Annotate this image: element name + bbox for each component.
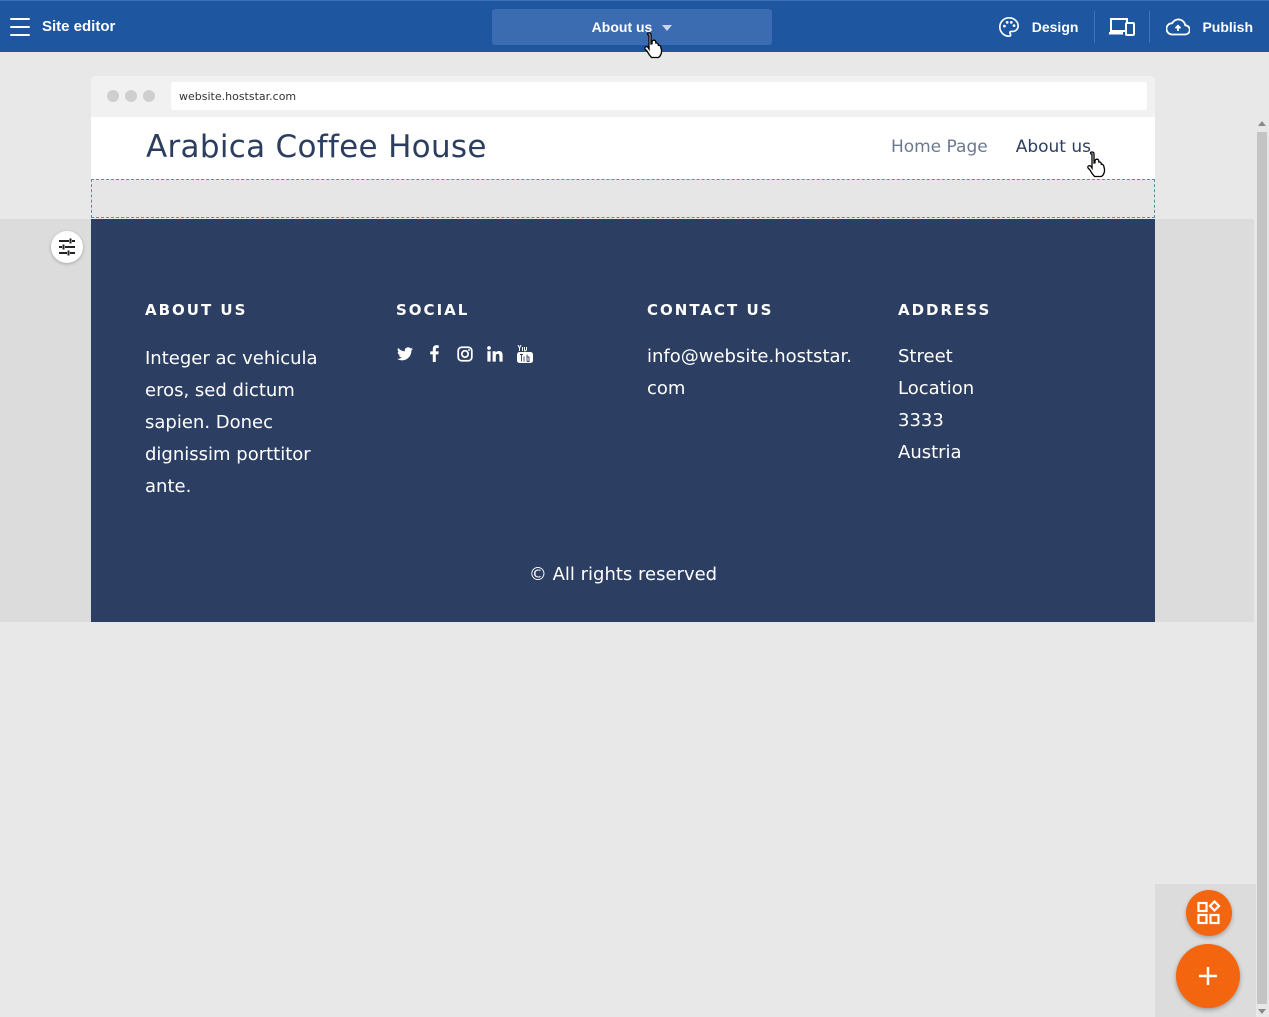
palette-icon (998, 17, 1019, 37)
address-zip: 3333 (898, 410, 944, 431)
caret-down-icon (662, 25, 673, 31)
footer-about-heading: ABOUT US (145, 301, 248, 319)
devices-icon (1109, 18, 1136, 36)
hamburger-menu-icon[interactable] (10, 18, 30, 36)
site-nav: Home Page About us (891, 137, 1091, 157)
instagram-icon[interactable] (456, 345, 473, 362)
footer-about-column: ABOUT US Integer ac vehicula eros, sed d… (145, 301, 365, 503)
publish-button[interactable]: Publish (1150, 1, 1269, 53)
social-icons (396, 344, 616, 363)
footer-address-heading: ADDRESS (898, 301, 992, 319)
site-header[interactable]: Arabica Coffee House Home Page About us (91, 117, 1155, 179)
widgets-icon (1197, 900, 1221, 925)
browser-frame: website.hoststar.com (91, 76, 1155, 117)
address-country: Austria (898, 442, 962, 463)
footer-social-column: SOCIAL (396, 301, 616, 363)
footer-copyright: © All rights reserved (528, 564, 718, 585)
scroll-down-icon[interactable] (1258, 1009, 1266, 1014)
facebook-icon[interactable] (426, 345, 443, 362)
window-dot (125, 90, 137, 102)
scrollbar-thumb[interactable] (1257, 132, 1267, 1004)
footer-contact-column: CONTACT US info@website.hoststar.com (647, 301, 867, 405)
window-dot (143, 90, 155, 102)
section-settings-button[interactable] (51, 231, 83, 263)
current-page-label: About us (591, 19, 653, 35)
editor-title: Site editor (42, 18, 116, 35)
footer-social-heading: SOCIAL (396, 301, 470, 319)
device-preview-button[interactable] (1095, 1, 1149, 53)
linkedin-icon[interactable] (486, 345, 503, 362)
site-brand[interactable]: Arabica Coffee House (146, 129, 487, 165)
editor-toolbar: Site editor About us Design Publish (0, 0, 1269, 52)
add-element-button[interactable] (1176, 944, 1240, 1008)
youtube-icon[interactable] (516, 344, 533, 363)
tune-icon (59, 238, 75, 256)
footer-address-text: Street Location 3333 Austria (898, 341, 1118, 469)
nav-about-us[interactable]: About us (1016, 137, 1091, 157)
widgets-button[interactable] (1186, 890, 1232, 936)
address-street: Street (898, 346, 953, 367)
footer-address-column: ADDRESS Street Location 3333 Austria (898, 301, 1118, 469)
design-label: Design (1031, 19, 1079, 35)
footer-contact-email[interactable]: info@website.hoststar.com (647, 341, 852, 405)
footer-about-text: Integer ac vehicula eros, sed dictum sap… (145, 348, 318, 497)
nav-home-page[interactable]: Home Page (891, 137, 988, 157)
url-bar: website.hoststar.com (171, 82, 1147, 110)
address-location: Location (898, 378, 975, 399)
footer-contact-heading: CONTACT US (647, 301, 774, 319)
plus-icon (1199, 967, 1217, 985)
cloud-upload-icon (1166, 18, 1191, 36)
window-dot (107, 90, 119, 102)
publish-label: Publish (1202, 19, 1253, 35)
twitter-icon[interactable] (396, 345, 413, 362)
scroll-up-icon[interactable] (1258, 121, 1266, 126)
page-selector-dropdown[interactable]: About us (492, 9, 772, 45)
site-footer[interactable]: ABOUT US Integer ac vehicula eros, sed d… (91, 219, 1155, 622)
toolbar-actions: Design Publish (982, 1, 1269, 53)
section-drop-zone[interactable] (91, 179, 1155, 218)
design-button[interactable]: Design (982, 1, 1095, 53)
